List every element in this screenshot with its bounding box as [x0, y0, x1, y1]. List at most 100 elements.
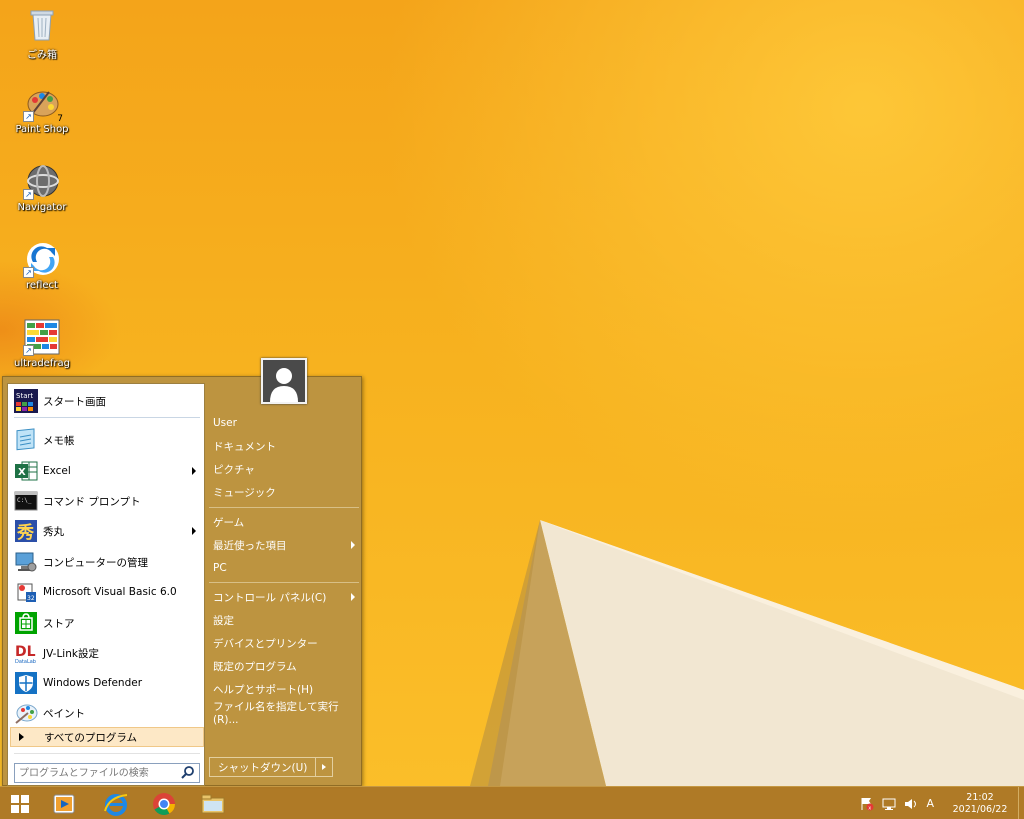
all-programs-button[interactable]: すべてのプログラム [10, 727, 204, 747]
search-icon[interactable] [180, 765, 196, 781]
right-item-label: User [213, 417, 237, 429]
excel-icon: X [14, 459, 38, 483]
right-item-pc[interactable]: PC [213, 558, 359, 578]
user-avatar-icon [263, 360, 305, 402]
windows-defender-icon [14, 671, 38, 695]
start-button[interactable] [0, 789, 40, 818]
program-start-screen[interactable]: Start スタート画面 [10, 386, 202, 416]
program-command-prompt[interactable]: C:\_ コマンド プロンプト [10, 486, 202, 516]
jv-link-icon: DL DataLab [14, 641, 38, 665]
shutdown-button[interactable]: シャットダウン(U) [210, 758, 317, 776]
user-picture[interactable] [261, 358, 307, 404]
program-label: スタート画面 [43, 395, 106, 408]
visual-basic-icon: 32 [14, 580, 38, 604]
program-label: コンピューターの管理 [43, 556, 148, 569]
program-computer-management[interactable]: コンピューターの管理 [10, 547, 202, 577]
submenu-arrow-icon [192, 527, 196, 535]
ultradefrag-icon: ↗ [23, 318, 61, 356]
right-item-settings[interactable]: 設定 [213, 610, 359, 630]
shutdown-group: シャットダウン(U) [209, 757, 334, 777]
right-item-control-panel[interactable]: コントロール パネル(C) [213, 587, 359, 607]
clock-date: 2021/06/22 [952, 803, 1008, 815]
chrome-button[interactable] [144, 789, 184, 818]
shortcut-arrow-icon: ↗ [23, 267, 34, 278]
clock-time: 21:02 [966, 791, 994, 803]
right-separator [209, 582, 359, 583]
shortcut-arrow-icon: ↗ [23, 111, 34, 122]
right-item-label: PC [213, 562, 227, 574]
program-label: ストア [43, 617, 75, 630]
right-item-run[interactable]: ファイル名を指定して実行(R)... [213, 701, 359, 726]
action-center-flag-icon[interactable]: x [860, 797, 874, 811]
right-item-recent-items[interactable]: 最近使った項目 [213, 535, 359, 555]
desktop-icon-navigator[interactable]: ↗ Navigator [4, 162, 80, 213]
desktop-icon-ultradefrag[interactable]: ↗ ultradefrag [4, 318, 80, 369]
computer-management-icon [14, 550, 38, 574]
file-explorer-button[interactable] [193, 789, 233, 818]
internet-explorer-icon [104, 793, 128, 816]
programs-pane: Start スタート画面 メモ帳 X Excel C:\_ コマンド プロンプト… [7, 383, 205, 786]
network-icon[interactable] [882, 797, 896, 811]
recycle-bin-icon [23, 6, 61, 44]
program-store[interactable]: ストア [10, 608, 202, 638]
program-hidemaru[interactable]: 秀 秀丸 [10, 516, 202, 546]
desktop-icon-reflect[interactable]: ↗ reflect [4, 240, 80, 291]
right-item-user[interactable]: User [213, 413, 359, 433]
right-item-label: 設定 [213, 614, 234, 627]
right-item-label: ドキュメント [213, 440, 276, 453]
show-desktop-button[interactable] [1018, 787, 1024, 819]
media-player-button[interactable] [44, 789, 84, 818]
svg-text:DL: DL [15, 644, 36, 660]
taskbar: x A 21:02 2021/06/22 [0, 786, 1024, 819]
shutdown-options-button[interactable] [316, 758, 332, 776]
volume-icon[interactable] [904, 797, 918, 811]
right-item-documents[interactable]: ドキュメント [213, 436, 359, 456]
right-item-label: ピクチャ [213, 463, 255, 476]
clock[interactable]: 21:02 2021/06/22 [948, 792, 1012, 816]
shortcut-arrow-icon: ↗ [23, 345, 34, 356]
paint-icon [14, 701, 38, 725]
search-box[interactable] [14, 763, 200, 783]
program-windows-defender[interactable]: Windows Defender [10, 668, 202, 698]
right-item-pictures[interactable]: ピクチャ [213, 459, 359, 479]
right-item-help-support[interactable]: ヘルプとサポート(H) [213, 679, 359, 699]
program-label: コマンド プロンプト [43, 495, 141, 508]
right-item-devices-printers[interactable]: デバイスとプリンター [213, 633, 359, 653]
right-item-label: 既定のプログラム [213, 660, 297, 673]
program-jv-link[interactable]: DL DataLab JV-Link設定 [10, 638, 202, 668]
store-icon [14, 611, 38, 635]
program-label: JV-Link設定 [43, 647, 99, 660]
right-item-music[interactable]: ミュージック [213, 482, 359, 502]
right-item-games[interactable]: ゲーム [213, 512, 359, 532]
navigator-icon: ↗ [23, 162, 61, 200]
chrome-icon [153, 792, 175, 815]
program-notepad[interactable]: メモ帳 [10, 425, 202, 455]
search-input[interactable] [15, 764, 180, 782]
program-label: メモ帳 [43, 434, 75, 447]
search-separator [14, 753, 200, 754]
pinned-separator [14, 417, 200, 418]
start-screen-icon: Start [14, 389, 38, 413]
start-menu: Start スタート画面 メモ帳 X Excel C:\_ コマンド プロンプト… [2, 358, 362, 786]
desktop-icon-recycle-bin[interactable]: ごみ箱 [4, 6, 80, 61]
internet-explorer-button[interactable] [96, 789, 136, 818]
right-item-default-programs[interactable]: 既定のプログラム [213, 656, 359, 676]
program-excel[interactable]: X Excel [10, 456, 202, 486]
program-visual-basic[interactable]: 32 Microsoft Visual Basic 6.0 [10, 577, 202, 607]
svg-text:X: X [18, 467, 26, 478]
desktop-icon-label: reflect [26, 280, 58, 291]
svg-text:x: x [869, 805, 872, 811]
program-label: Excel [43, 465, 71, 477]
submenu-arrow-icon [351, 541, 355, 549]
right-separator [209, 507, 359, 508]
desktop-icon-paint-shop[interactable]: ↗ 7 Paint Shop [4, 84, 80, 135]
submenu-arrow-icon [192, 467, 196, 475]
right-item-label: コントロール パネル(C) [213, 591, 327, 604]
chevron-right-icon [322, 764, 327, 770]
ime-indicator[interactable]: A [926, 797, 934, 810]
paint-shop-version-badge: 7 [57, 114, 63, 124]
right-item-label: ヘルプとサポート(H) [213, 683, 314, 696]
program-label: Microsoft Visual Basic 6.0 [43, 586, 177, 598]
windows-logo-icon [11, 794, 29, 813]
program-paint[interactable]: ペイント [10, 698, 202, 728]
